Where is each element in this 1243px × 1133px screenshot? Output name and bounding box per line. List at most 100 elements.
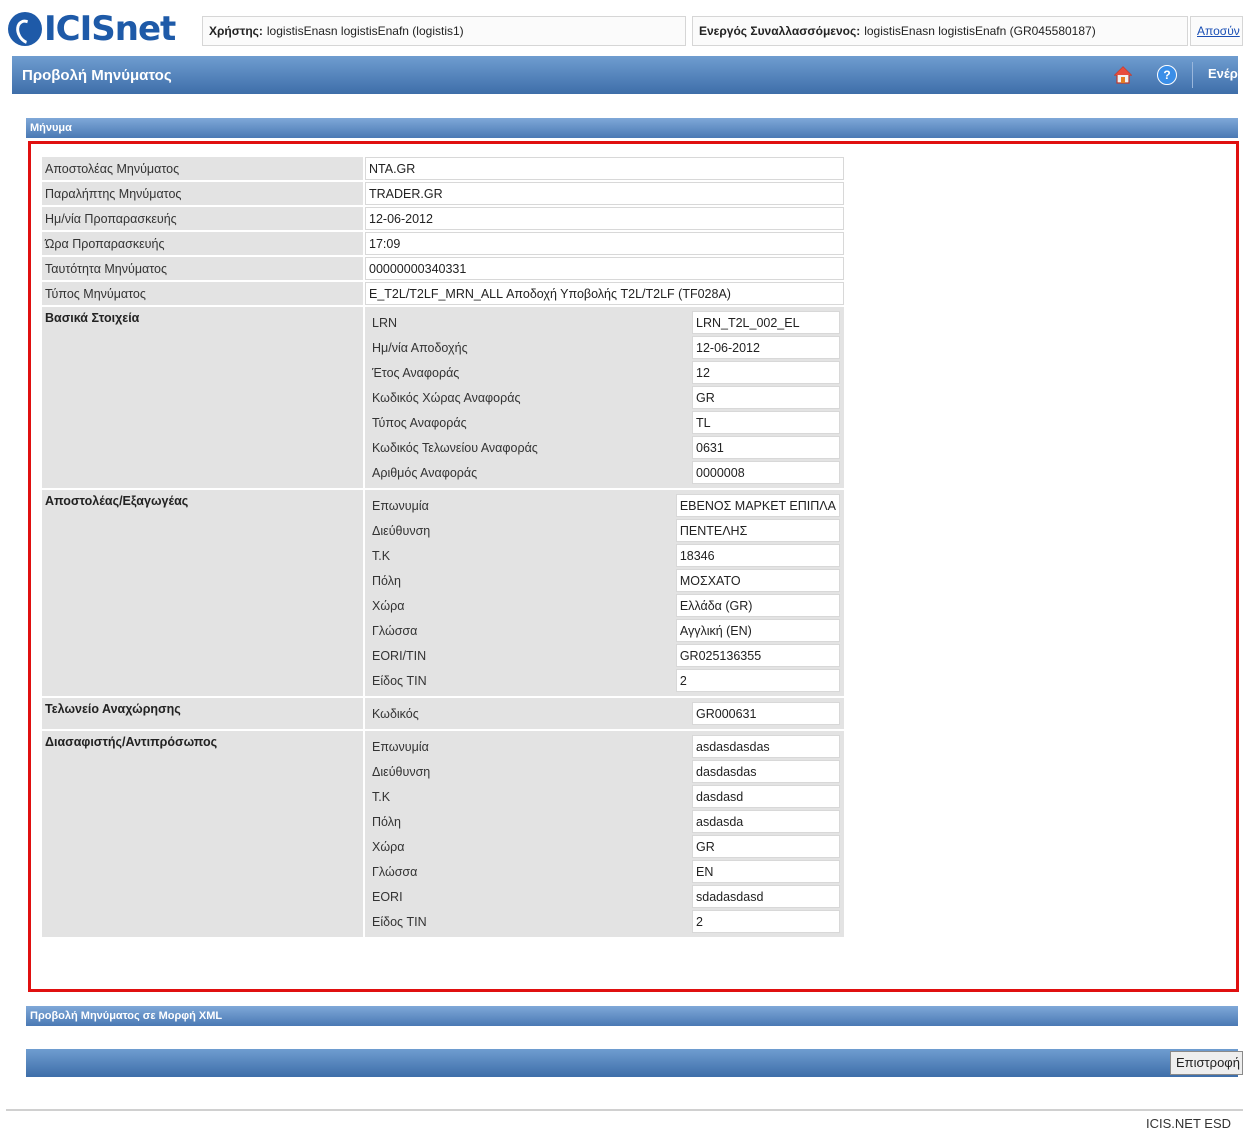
field-value: 00000000340331 <box>365 257 844 280</box>
group-field-row: Είδος TIN 2 <box>369 910 840 933</box>
field-row: Τύπος Μηνύματος E_T2L/T2LF_MRN_ALL Αποδοχ… <box>42 282 844 305</box>
footer-text: ICIS.NET ESD <box>1146 1116 1232 1131</box>
field-value: 17:09 <box>365 232 844 255</box>
top-header: ICISnet Χρήστης: logistisEnasn logistisE… <box>0 0 1243 58</box>
group-field-row: Έτος Αναφοράς 12 <box>369 361 840 384</box>
group-field-value: 2 <box>692 910 840 933</box>
logout-box: Αποσύν <box>1190 16 1243 46</box>
footer-divider <box>6 1109 1243 1111</box>
group-field-row: Χώρα GR <box>369 835 840 858</box>
group-field-label: Πόλη <box>369 569 674 592</box>
group-field-row: Κωδικός Τελωνείου Αναφοράς 0631 <box>369 436 840 459</box>
user-value: logistisEnasn logistisEnafn (logistis1) <box>266 24 464 38</box>
icisnet-logo: ICISnet <box>8 8 176 50</box>
toolbar-divider <box>1192 62 1193 88</box>
group-fields: Επωνυμία ΕΒΕΝΟΣ ΜΑΡΚΕΤ ΕΠΙΠΛΑ Διεύθυνση ΠΕΝ… <box>365 490 844 696</box>
field-label: Ημ/νία Προπαρασκευής <box>42 207 363 230</box>
group-field-label: LRN <box>369 311 690 334</box>
group-field-label: Γλώσσα <box>369 619 674 642</box>
group-field-label: EORI <box>369 885 690 908</box>
group-title: Αποστολέας/Εξαγωγέας <box>42 490 363 696</box>
group-field-label: Διεύθυνση <box>369 519 674 542</box>
group-field-value: EN <box>692 860 840 883</box>
group-field-row: Επωνυμία ΕΒΕΝΟΣ ΜΑΡΚΕΤ ΕΠΙΠΛΑ <box>369 494 840 517</box>
group-field-label: EORI/TIN <box>369 644 674 667</box>
group-field-label: Γλώσσα <box>369 860 690 883</box>
field-value: TRADER.GR <box>365 182 844 205</box>
group-field-value: GR000631 <box>692 702 840 725</box>
group-field-row: Γλώσσα EN <box>369 860 840 883</box>
group-field-value: Αγγλική (EN) <box>675 619 840 642</box>
logout-link[interactable]: Αποσύν <box>1197 24 1240 38</box>
group-field-label: Κωδικός <box>369 702 690 725</box>
group-fields-table: LRN LRN_T2L_002_EL Ημ/νία Αποδοχής 12-06-20… <box>367 309 842 486</box>
page-title: Προβολή Μηνύματος <box>22 66 172 84</box>
group-field-label: Αριθμός Αναφοράς <box>369 461 690 484</box>
return-button[interactable]: Επιστροφή <box>1170 1051 1243 1075</box>
actions-menu-link[interactable]: Ενέργε <box>1208 66 1243 81</box>
group-row: Αποστολέας/Εξαγωγέας Επωνυμία ΕΒΕΝΟΣ ΜΑΡΚΕ… <box>42 490 844 696</box>
active-trader-value: logistisEnasn logistisEnafn (GR045580187… <box>864 24 1096 38</box>
group-fields-table: Επωνυμία ΕΒΕΝΟΣ ΜΑΡΚΕΤ ΕΠΙΠΛΑ Διεύθυνση ΠΕΝ… <box>367 492 842 694</box>
group-field-value: TL <box>692 411 840 434</box>
group-field-value: 12-06-2012 <box>692 336 840 359</box>
group-field-label: Διεύθυνση <box>369 760 690 783</box>
group-fields: LRN LRN_T2L_002_EL Ημ/νία Αποδοχής 12-06-20… <box>365 307 844 488</box>
group-field-label: Πόλη <box>369 810 690 833</box>
group-field-row: EORI/TIN GR025136355 <box>369 644 840 667</box>
group-fields: Επωνυμία asdasdasdas Διεύθυνση dasdasdas Τ.Κ… <box>365 731 844 937</box>
group-field-row: Τύπος Αναφοράς TL <box>369 411 840 434</box>
field-label: Τύπος Μηνύματος <box>42 282 363 305</box>
group-field-row: Επωνυμία asdasdasdas <box>369 735 840 758</box>
group-field-value: Ελλάδα (GR) <box>675 594 840 617</box>
group-row: Βασικά Στοιχεία LRN LRN_T2L_002_EL Ημ/νία Α… <box>42 307 844 488</box>
group-field-row: Αριθμός Αναφοράς 0000008 <box>369 461 840 484</box>
group-field-row: Διεύθυνση ΠΕΝΤΕΛΗΣ <box>369 519 840 542</box>
group-field-value: sdadasdasd <box>692 885 840 908</box>
group-field-label: Χώρα <box>369 835 690 858</box>
group-field-value: GR <box>692 386 840 409</box>
home-icon[interactable] <box>1114 66 1132 84</box>
active-trader-info: Ενεργός Συναλλασσόμενος: logistisEnasn l… <box>692 16 1188 46</box>
group-field-value: LRN_T2L_002_EL <box>692 311 840 334</box>
group-field-label: Τ.Κ <box>369 785 690 808</box>
user-info: Χρήστης: logistisEnasn logistisEnafn (lo… <box>202 16 686 46</box>
group-field-value: dasdasd <box>692 785 840 808</box>
group-field-label: Χώρα <box>369 594 674 617</box>
group-field-value: asdasda <box>692 810 840 833</box>
group-fields: Κωδικός GR000631 <box>365 698 844 729</box>
field-label: Ώρα Προπαρασκευής <box>42 232 363 255</box>
actions-bar <box>26 1049 1238 1077</box>
group-field-value: dasdasdas <box>692 760 840 783</box>
group-field-row: Τ.Κ dasdasd <box>369 785 840 808</box>
group-field-label: Επωνυμία <box>369 494 674 517</box>
group-fields-table: Κωδικός GR000631 <box>367 700 842 727</box>
xml-view-section-header[interactable]: Προβολή Μηνύματος σε Μορφή XML <box>26 1006 1238 1026</box>
group-field-label: Τ.Κ <box>369 544 674 567</box>
group-field-label: Έτος Αναφοράς <box>369 361 690 384</box>
logo-icon <box>8 12 42 46</box>
field-label: Αποστολέας Μηνύματος <box>42 157 363 180</box>
group-row: Διασαφιστής/Αντιπρόσωπος Επωνυμία asdasdas… <box>42 731 844 937</box>
group-field-row: EORI sdadasdasd <box>369 885 840 908</box>
group-field-label: Είδος TIN <box>369 910 690 933</box>
help-icon[interactable]: ? <box>1157 65 1177 85</box>
field-row: Αποστολέας Μηνύματος NTA.GR <box>42 157 844 180</box>
group-field-value: asdasdasdas <box>692 735 840 758</box>
group-field-label: Τύπος Αναφοράς <box>369 411 690 434</box>
field-value: NTA.GR <box>365 157 844 180</box>
group-field-value: 0631 <box>692 436 840 459</box>
group-field-label: Κωδικός Τελωνείου Αναφοράς <box>369 436 690 459</box>
field-row: Ημ/νία Προπαρασκευής 12-06-2012 <box>42 207 844 230</box>
group-field-value: ΕΒΕΝΟΣ ΜΑΡΚΕΤ ΕΠΙΠΛΑ <box>675 494 840 517</box>
group-field-value: ΠΕΝΤΕΛΗΣ <box>675 519 840 542</box>
group-field-label: Είδος TIN <box>369 669 674 692</box>
group-field-row: Γλώσσα Αγγλική (EN) <box>369 619 840 642</box>
group-field-value: ΜΟΣΧΑΤΟ <box>675 569 840 592</box>
group-field-value: 18346 <box>675 544 840 567</box>
group-field-row: Κωδικός GR000631 <box>369 702 840 725</box>
group-field-row: Χώρα Ελλάδα (GR) <box>369 594 840 617</box>
field-value: 12-06-2012 <box>365 207 844 230</box>
field-row: Παραλήπτης Μηνύματος TRADER.GR <box>42 182 844 205</box>
group-field-label: Κωδικός Χώρας Αναφοράς <box>369 386 690 409</box>
